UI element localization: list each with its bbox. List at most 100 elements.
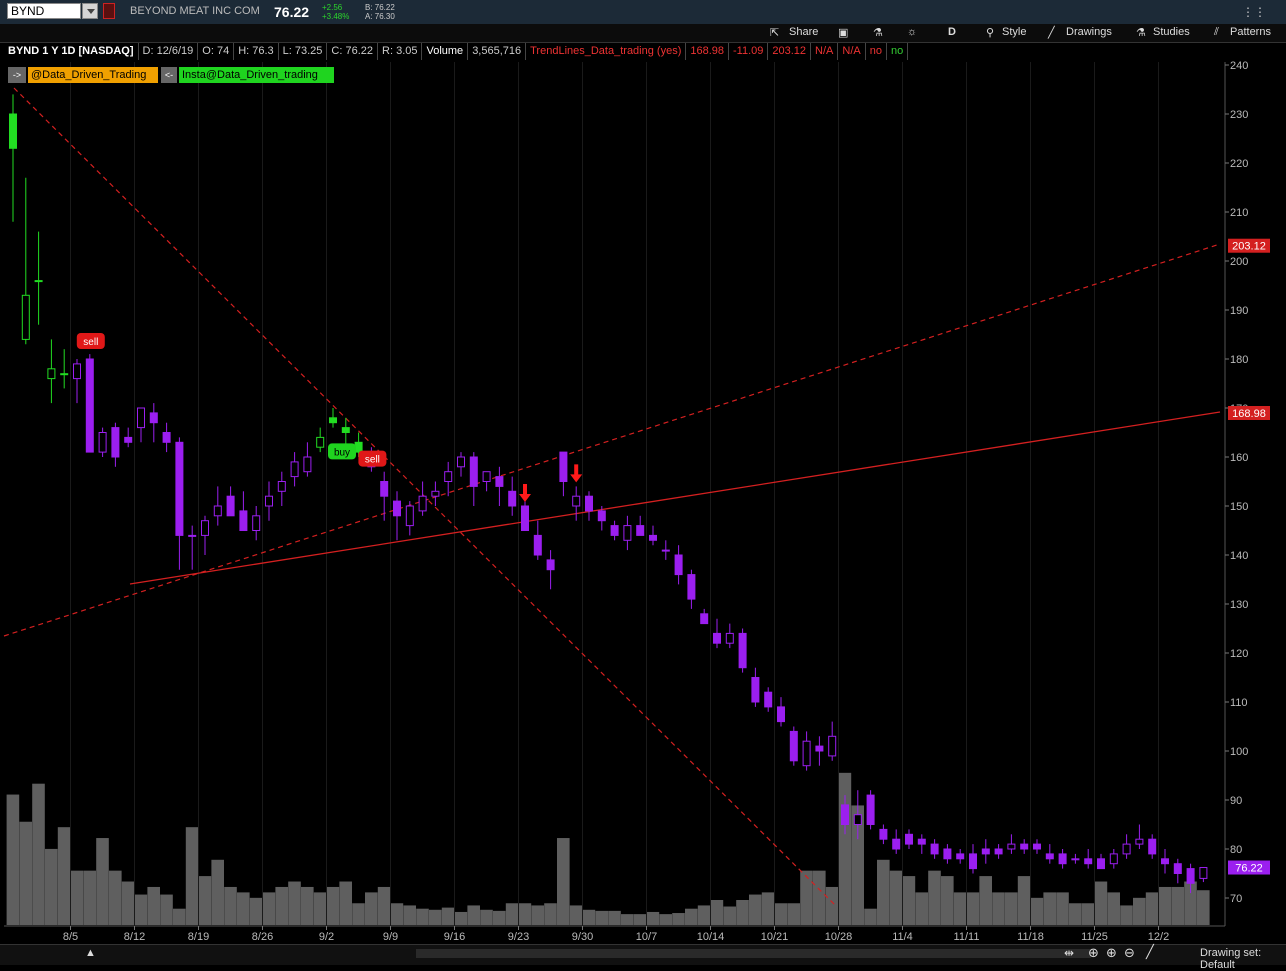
- candle-body: [751, 677, 760, 703]
- candle-body: [341, 427, 350, 434]
- volume-bar: [288, 881, 301, 925]
- candle-body: [162, 432, 171, 443]
- candle-body: [457, 456, 465, 468]
- price-chart[interactable]: sellbuysell70809010011012013014015016017…: [0, 0, 1286, 964]
- volume-bar: [6, 794, 20, 925]
- volume-bar: [787, 903, 800, 925]
- candle-body: [252, 515, 261, 531]
- candle-body: [1058, 853, 1067, 865]
- volume-bar: [96, 838, 109, 925]
- volume-bar: [928, 870, 941, 925]
- volume-bar: [185, 827, 199, 925]
- sell-arrow-icon: [570, 464, 583, 483]
- candle-body: [393, 500, 401, 517]
- sell-signal-label: sell: [365, 455, 380, 466]
- candle-body: [226, 495, 235, 517]
- chip-arrow-right[interactable]: ->: [8, 67, 26, 83]
- candle-body: [738, 632, 747, 669]
- candle-body: [9, 113, 17, 149]
- volume-bar: [646, 911, 660, 925]
- x-tick-label: 9/2: [319, 931, 334, 943]
- volume-bar: [621, 914, 634, 925]
- candle-body: [815, 745, 824, 752]
- y-tick-label: 90: [1230, 795, 1242, 807]
- volume-bar: [685, 908, 698, 925]
- volume-bar: [262, 892, 276, 925]
- volume-bar: [480, 909, 493, 925]
- scroll-arrows-icon[interactable]: ⇹: [1064, 946, 1074, 960]
- y-tick-label: 70: [1230, 893, 1242, 905]
- candle-body: [98, 432, 107, 453]
- chip-handle-1[interactable]: @Data_Driven_Trading: [28, 67, 158, 83]
- volume-bar: [953, 892, 967, 925]
- candle-body: [905, 833, 913, 845]
- candle-body: [879, 828, 888, 840]
- scrollbar-track[interactable]: [416, 949, 1091, 958]
- drawing-set-label: Drawing set: Default: [1200, 947, 1262, 971]
- x-tick-label: 11/4: [892, 931, 913, 943]
- volume-bar: [1133, 897, 1146, 925]
- candle-body: [636, 525, 645, 536]
- candle-body: [354, 441, 363, 453]
- candle-body: [828, 735, 837, 757]
- volume-bar: [736, 900, 749, 925]
- candle-body: [329, 417, 337, 424]
- x-tick-label: 10/21: [761, 931, 789, 943]
- x-tick-label: 9/16: [444, 931, 465, 943]
- volume-bar: [83, 870, 96, 925]
- volume-bar: [377, 886, 391, 925]
- candle-body: [444, 471, 453, 483]
- y-tick-label: 150: [1230, 501, 1248, 513]
- zoom-out-icon[interactable]: ⊖: [1124, 945, 1135, 961]
- volume-bar: [1094, 881, 1108, 925]
- volume-bar: [45, 848, 58, 925]
- volume-bar: [198, 876, 212, 925]
- candle-body: [892, 838, 901, 850]
- volume-bar: [659, 914, 672, 925]
- x-tick-label: 9/30: [572, 931, 593, 943]
- candle-body: [802, 740, 811, 767]
- candle-body: [1084, 858, 1093, 865]
- volume-bar: [608, 910, 621, 925]
- volume-bar: [761, 892, 775, 925]
- candle-body: [1199, 867, 1208, 879]
- volume-bar: [966, 892, 980, 925]
- candle-body: [674, 554, 683, 576]
- candle-body: [201, 520, 209, 536]
- candle-body: [981, 848, 990, 855]
- candle-body: [1161, 858, 1169, 865]
- volume-bar: [902, 876, 916, 925]
- volume-bar: [864, 908, 877, 925]
- candle-body: [1033, 843, 1041, 850]
- candle-body: [969, 853, 977, 870]
- volume-bar: [697, 905, 711, 925]
- candle-body: [725, 632, 734, 644]
- candle-body: [316, 436, 325, 448]
- candle-body: [764, 691, 773, 708]
- volume-bar: [1171, 886, 1184, 925]
- sell-arrow-icon: [519, 484, 531, 502]
- y-tick-label: 100: [1230, 746, 1248, 758]
- expand-icon[interactable]: ▲: [85, 947, 96, 959]
- chip-arrow-left[interactable]: <-: [161, 67, 177, 83]
- volume-bar: [224, 886, 237, 925]
- volume-bar: [595, 910, 608, 925]
- zoom-in-icon[interactable]: ⊕: [1106, 945, 1117, 961]
- volume-bar: [1145, 892, 1159, 925]
- candle-body: [277, 481, 286, 492]
- candle-body: [1186, 868, 1195, 884]
- candle-body: [572, 495, 581, 507]
- volume-bar: [1056, 892, 1069, 925]
- crosshair-icon[interactable]: ⊕: [1088, 945, 1099, 961]
- chip-handle-2[interactable]: Insta@Data_Driven_trading: [179, 67, 334, 83]
- draw-line-icon[interactable]: ╱: [1146, 944, 1154, 960]
- candle-body: [956, 853, 965, 860]
- candle-body: [73, 363, 81, 380]
- candle-body: [1135, 838, 1144, 845]
- candle-body: [469, 456, 478, 487]
- candle-body: [559, 451, 568, 483]
- x-tick-label: 10/14: [697, 931, 725, 943]
- volume-bar: [70, 870, 84, 925]
- x-tick-label: 10/7: [636, 931, 657, 943]
- trend-solid-price-label: 168.98: [1232, 408, 1266, 420]
